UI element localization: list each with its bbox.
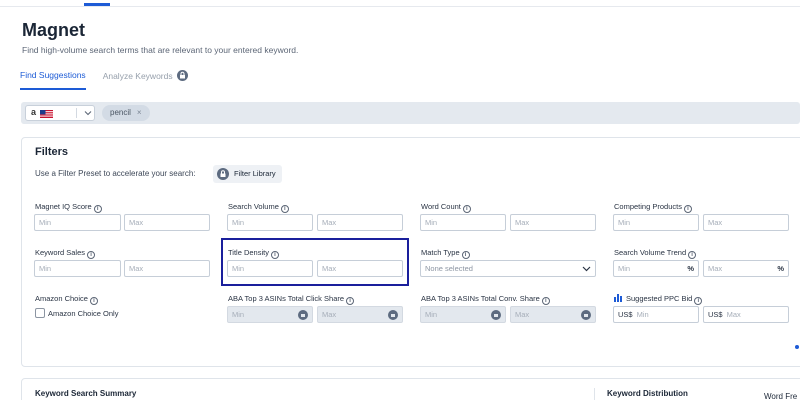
info-icon[interactable]: i [89,297,98,305]
currency-prefix: US$ [708,310,723,319]
competing-products-min-input[interactable]: Min [613,214,699,231]
tab-label: Analyze Keywords [102,70,173,81]
chevron-down-icon [84,111,92,116]
aba-conv-share-max-input: Max [510,306,596,323]
keyword-sales-max-input[interactable]: Max [124,260,210,277]
scroll-indicator [795,345,799,349]
top-nav-strip [0,0,800,7]
ppc-bid-label: Suggested PPC Bid i [614,294,703,305]
info-icon[interactable]: i [683,205,692,213]
ppc-bid-min-input[interactable]: US$ Min [613,306,699,323]
competing-products-label: Competing Products i [614,202,692,213]
title-density-highlight [221,238,409,286]
filters-title: Filters [35,146,69,158]
word-frequency-title: Word Fre [764,392,798,400]
word-count-min-input[interactable]: Min [420,214,506,231]
word-count-label: Word Count i [421,202,471,213]
bar-chart-icon [614,294,622,302]
tab-bar: Find Suggestions Analyze Keywords [20,64,205,90]
aba-click-share-min-input: Min [227,306,313,323]
marketplace-selector[interactable]: a [25,105,95,121]
competing-products-max-input[interactable]: Max [703,214,789,231]
amazon-logo-icon: a [31,107,37,117]
us-flag-icon [40,110,53,118]
amazon-choice-checkbox-row[interactable]: Amazon Choice Only [35,308,118,318]
info-icon[interactable]: i [688,251,697,259]
keyword-chip[interactable]: pencil × [102,105,150,121]
aba-conv-share-label: ABA Top 3 ASINs Total Conv. Share i [421,294,550,305]
keyword-distribution-title: Keyword Distribution [607,389,688,398]
aba-click-share-label: ABA Top 3 ASINs Total Click Share i [228,294,355,305]
magnet-iq-max-input[interactable]: Max [124,214,210,231]
page-subtitle: Find high-volume search terms that are r… [22,45,299,55]
info-icon[interactable]: i [541,297,550,305]
percent-suffix: % [777,264,784,273]
lock-icon [491,310,501,320]
search-volume-trend-max-input[interactable]: Max% [703,260,789,277]
currency-prefix: US$ [618,310,633,319]
search-volume-max-input[interactable]: Max [317,214,403,231]
info-icon[interactable]: i [462,205,471,213]
magnet-iq-label: Magnet IQ Score i [35,202,102,213]
remove-chip-icon[interactable]: × [137,108,142,117]
tab-find-suggestions[interactable]: Find Suggestions [20,64,86,90]
ppc-bid-max-input[interactable]: US$ Max [703,306,789,323]
info-icon[interactable]: i [280,205,289,213]
keyword-sales-label: Keyword Sales i [35,248,96,259]
lock-icon [176,70,188,83]
filter-preset-text: Use a Filter Preset to accelerate your s… [35,169,196,178]
tab-label: Find Suggestions [20,70,86,80]
match-type-value: None selected [425,264,473,273]
info-icon[interactable]: i [87,251,96,259]
summary-divider [594,388,595,400]
chevron-down-icon [582,266,591,272]
magnet-iq-min-input[interactable]: Min [34,214,121,231]
lock-icon [298,310,308,320]
keyword-search-bar[interactable]: a pencil × [21,102,800,124]
tab-analyze-keywords[interactable]: Analyze Keywords [103,64,188,90]
match-type-label: Match Type i [421,248,470,259]
lock-icon [581,310,591,320]
amazon-choice-label: Amazon Choice i [35,294,98,305]
info-icon[interactable]: i [461,251,470,259]
lock-icon [388,310,398,320]
keyword-chip-label: pencil [110,108,131,117]
search-volume-label: Search Volume i [228,202,289,213]
word-count-max-input[interactable]: Max [510,214,596,231]
percent-suffix: % [687,264,694,273]
amazon-choice-checkbox[interactable] [35,308,45,318]
filter-library-label: Filter Library [234,169,276,178]
search-volume-min-input[interactable]: Min [227,214,313,231]
search-volume-trend-min-input[interactable]: Min% [613,260,699,277]
info-icon[interactable]: i [93,205,102,213]
aba-click-share-max-input: Max [317,306,403,323]
info-icon[interactable]: i [346,297,355,305]
selector-divider [76,108,77,118]
keyword-sales-min-input[interactable]: Min [34,260,121,277]
keyword-search-summary-title: Keyword Search Summary [35,389,137,398]
aba-conv-share-min-input: Min [420,306,506,323]
match-type-select[interactable]: None selected [420,260,596,277]
filter-library-button[interactable]: Filter Library [213,165,282,183]
info-icon[interactable]: i [694,297,703,305]
library-lock-icon [217,168,229,180]
page-title: Magnet [22,20,85,40]
search-volume-trend-label: Search Volume Trend i [614,248,697,259]
amazon-choice-checkbox-label: Amazon Choice Only [48,308,119,318]
active-nav-indicator [84,3,110,6]
